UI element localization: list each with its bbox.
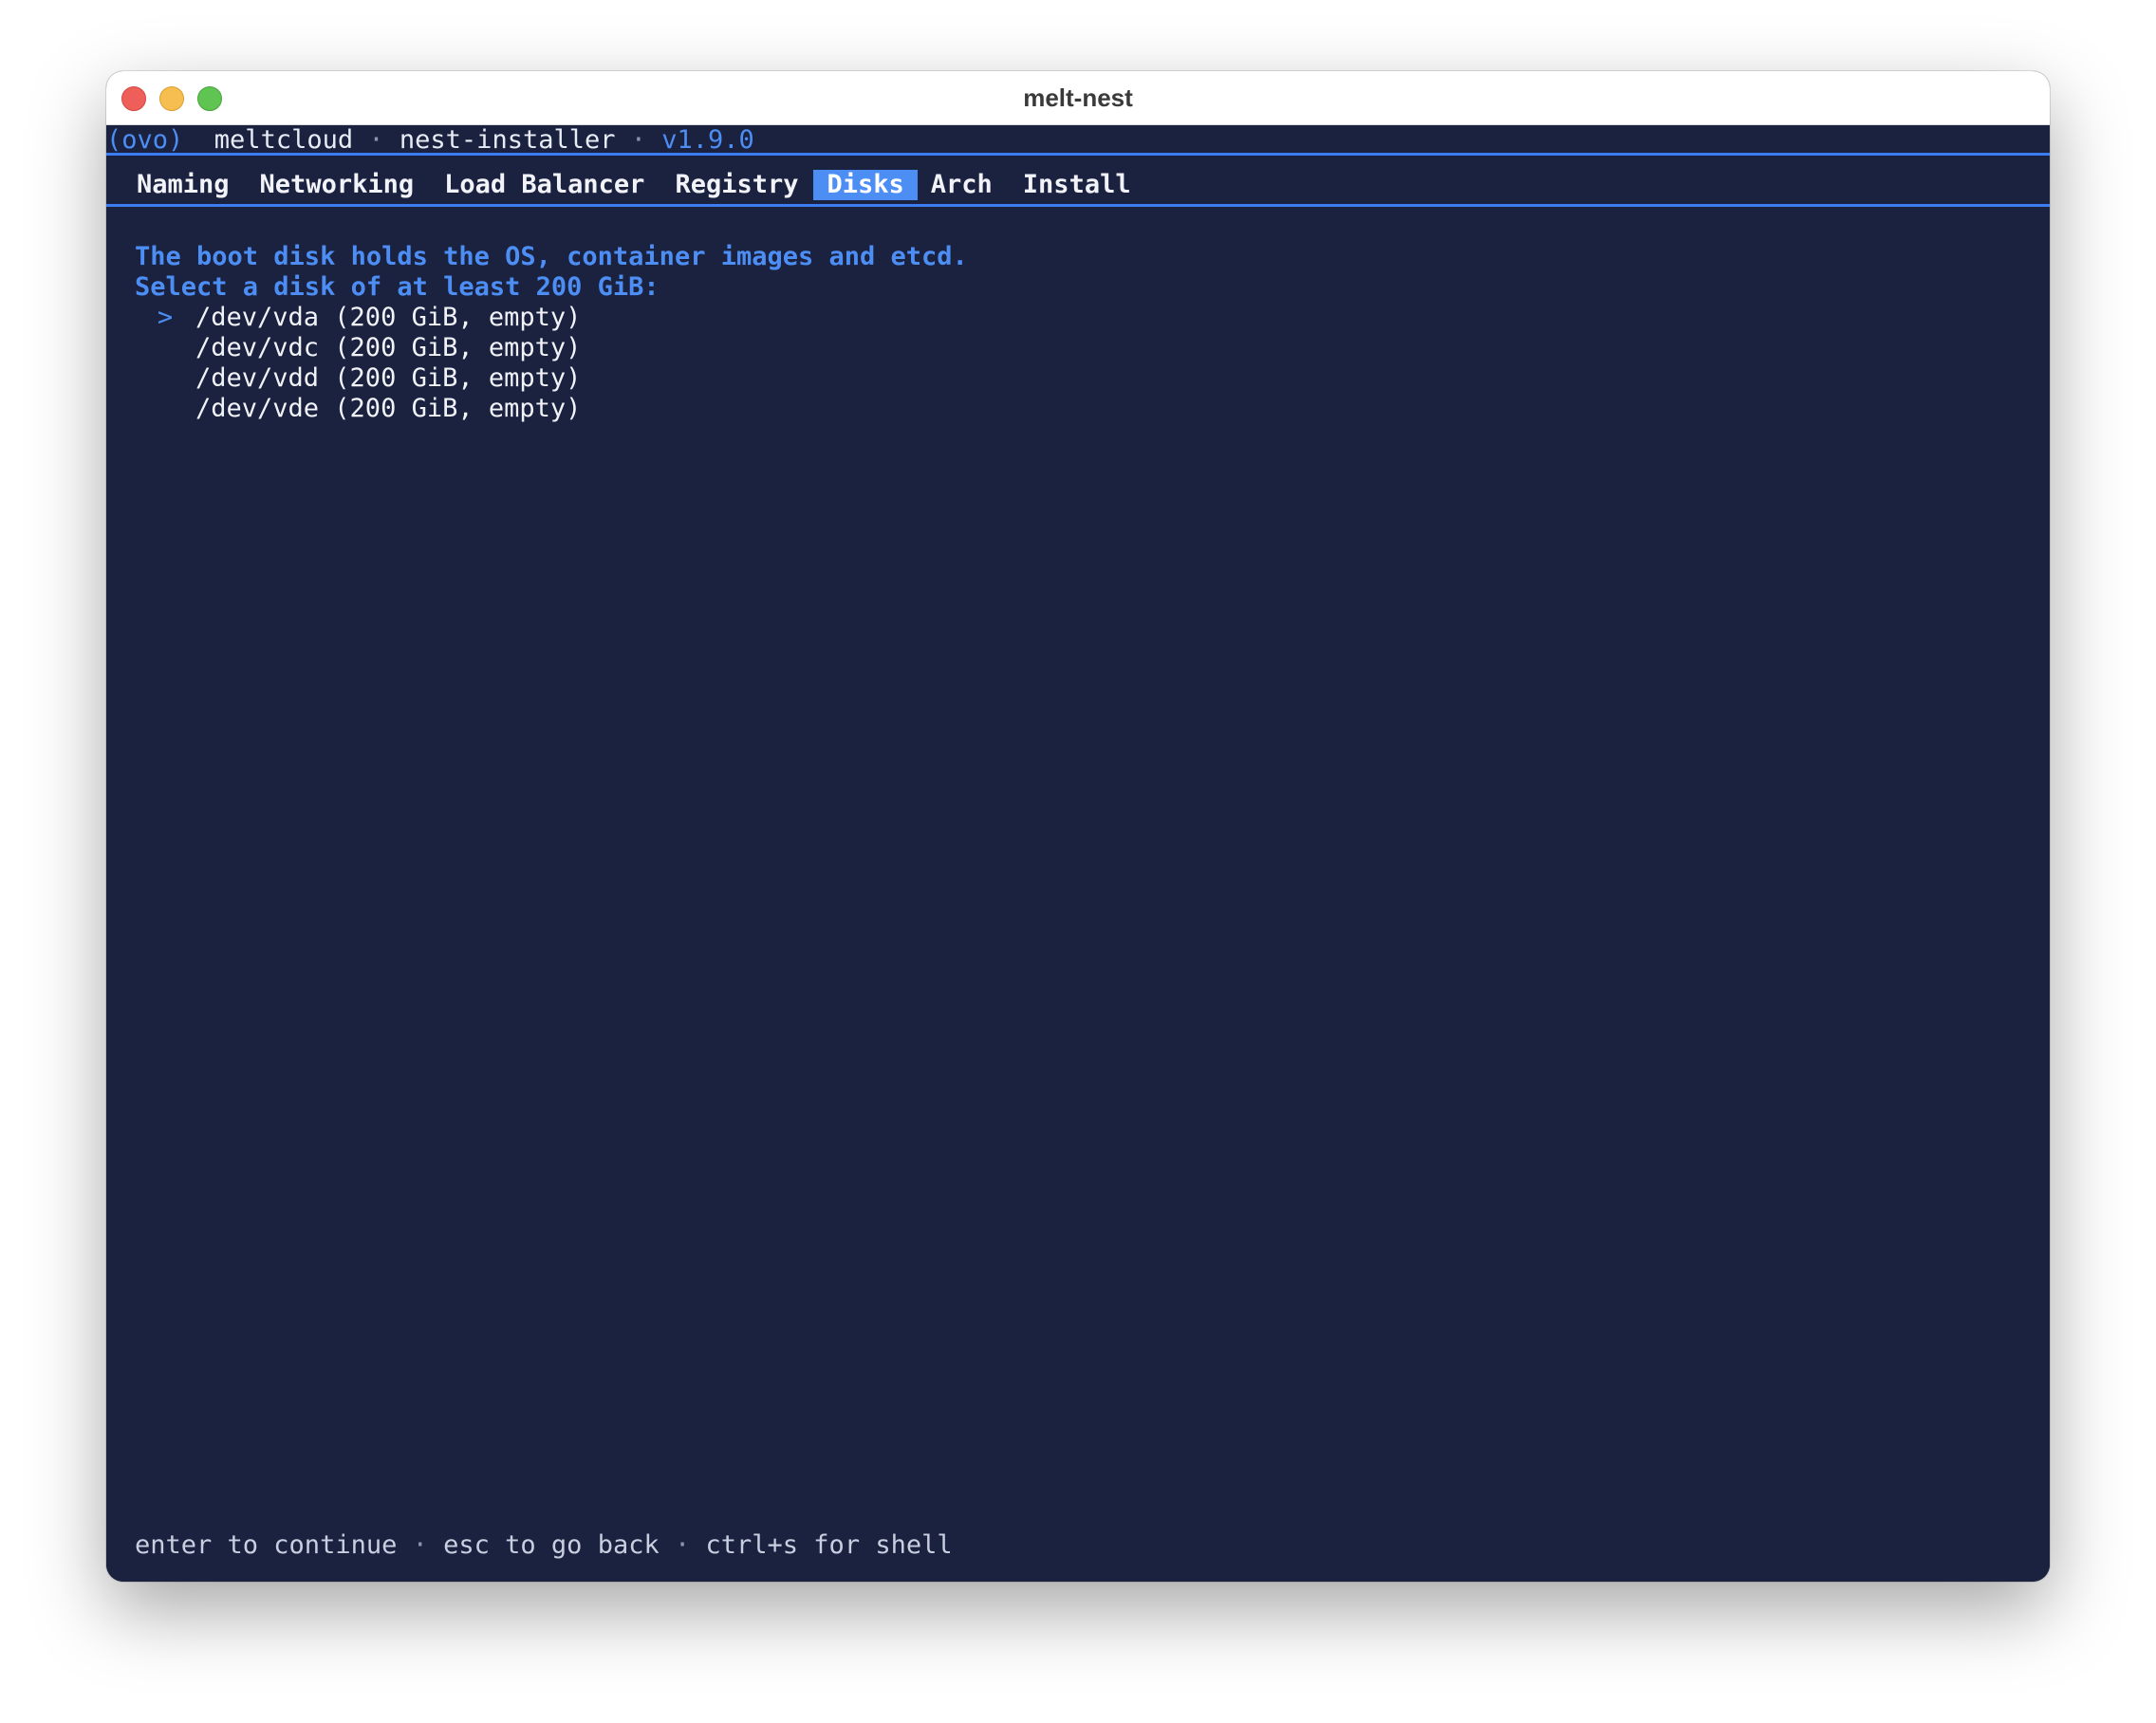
tab-disks[interactable]: Disks (813, 170, 918, 200)
hint-shell: ctrl+s for shell (705, 1530, 953, 1560)
brand-name: meltcloud (214, 125, 354, 155)
tab-install[interactable]: Install (1021, 170, 1133, 200)
disk-option-vdd[interactable]: /dev/vdd (200 GiB, empty) (135, 363, 968, 394)
disk-list: > /dev/vda (200 GiB, empty) /dev/vdc (200… (135, 303, 968, 424)
tab-networking[interactable]: Networking (258, 170, 417, 200)
disk-option-vde[interactable]: /dev/vde (200 GiB, empty) (135, 394, 968, 424)
disk-option-label: /dev/vdc (200 GiB, empty) (195, 333, 582, 362)
window-title: melt-nest (1023, 83, 1133, 112)
disk-option-label: /dev/vda (200 GiB, empty) (195, 303, 582, 332)
disk-option-label: /dev/vde (200 GiB, empty) (195, 394, 582, 423)
step-tabs: Naming Networking Load Balancer Registry… (135, 169, 1160, 201)
tab-arch[interactable]: Arch (929, 170, 994, 200)
hint-separator: · (412, 1530, 428, 1560)
hint-continue: enter to continue (135, 1530, 398, 1560)
hint-separator: · (674, 1530, 691, 1560)
disk-option-label: /dev/vdd (200 GiB, empty) (195, 363, 582, 393)
tabs-divider (106, 204, 2050, 207)
hint-back: esc to go back (443, 1530, 660, 1560)
title-bar[interactable]: melt-nest (106, 71, 2050, 125)
app-version: v1.9.0 (661, 125, 754, 155)
keyboard-hints: enter to continue · esc to go back · ctr… (135, 1530, 953, 1561)
app-header: (ovo) meltcloud · nest-installer · v1.9.… (106, 125, 754, 156)
terminal-screen[interactable]: (ovo) meltcloud · nest-installer · v1.9.… (106, 125, 2050, 1582)
selection-cursor-icon: > (157, 303, 174, 332)
disk-option-vda[interactable]: > /dev/vda (200 GiB, empty) (135, 303, 968, 333)
terminal-window: melt-nest (ovo) meltcloud · nest-install… (106, 71, 2050, 1582)
tab-registry[interactable]: Registry (673, 170, 800, 200)
tab-load-balancer[interactable]: Load Balancer (442, 170, 646, 200)
boot-disk-description: The boot disk holds the OS, container im… (135, 242, 968, 271)
disk-selection-panel: The boot disk holds the OS, container im… (135, 242, 968, 424)
header-separator: · (368, 125, 384, 155)
disk-selection-prompt: Select a disk of at least 200 GiB: (135, 272, 660, 302)
disk-option-vdc[interactable]: /dev/vdc (200 GiB, empty) (135, 333, 968, 363)
header-divider (106, 153, 2050, 156)
header-separator: · (630, 125, 647, 155)
app-name: nest-installer (399, 125, 616, 155)
app-logo: (ovo) (106, 125, 184, 155)
tab-naming[interactable]: Naming (135, 170, 232, 200)
